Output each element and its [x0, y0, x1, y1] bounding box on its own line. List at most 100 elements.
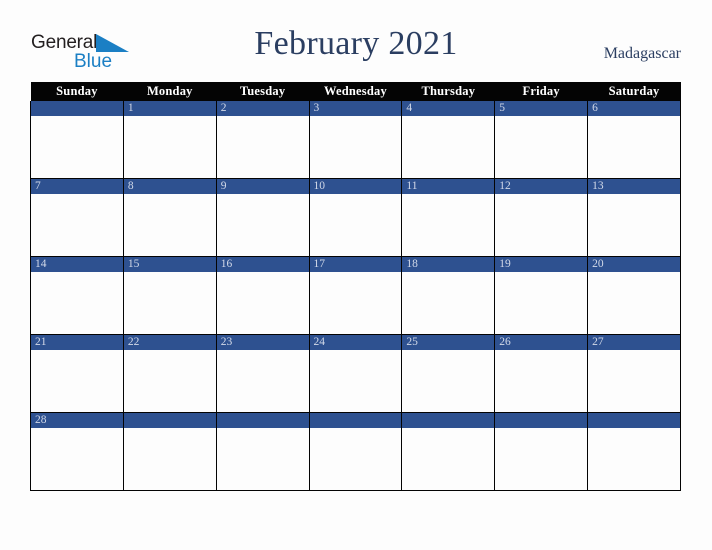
- day-cell[interactable]: 26: [494, 334, 589, 413]
- day-cell[interactable]: 4: [401, 101, 496, 179]
- day-number: [123, 413, 216, 428]
- calendar-body: 1 2 3 4 5 6 7 8 9 10 11 12 13 14 15 16 1…: [30, 101, 681, 491]
- day-events-area[interactable]: [31, 428, 123, 490]
- day-cell[interactable]: 9: [215, 178, 310, 257]
- calendar-week-row: 21 22 23 24 25 26 27: [30, 334, 681, 413]
- day-number: 17: [309, 257, 402, 272]
- day-number: 6: [588, 101, 680, 116]
- weekday-header-friday: Friday: [494, 82, 588, 101]
- calendar-week-row: 14 15 16 17 18 19 20: [30, 256, 681, 335]
- day-events-area[interactable]: [123, 428, 216, 490]
- day-number: 10: [309, 179, 402, 194]
- day-cell[interactable]: [401, 412, 496, 491]
- day-cell[interactable]: 21: [30, 334, 124, 413]
- day-cell[interactable]: [494, 412, 589, 491]
- day-number: 5: [495, 101, 588, 116]
- day-cell[interactable]: [122, 412, 217, 491]
- day-events-area[interactable]: [309, 428, 402, 490]
- day-cell[interactable]: [30, 101, 124, 179]
- day-events-area[interactable]: [402, 428, 495, 490]
- day-events-area[interactable]: [495, 428, 588, 490]
- day-number: 7: [31, 179, 123, 194]
- day-cell[interactable]: 5: [494, 101, 589, 179]
- day-cell[interactable]: 16: [215, 256, 310, 335]
- day-events-area[interactable]: [402, 194, 495, 256]
- day-number: 21: [31, 335, 123, 350]
- day-cell[interactable]: 15: [122, 256, 217, 335]
- calendar-header-row: Sunday Monday Tuesday Wednesday Thursday…: [30, 82, 681, 101]
- day-number: 9: [216, 179, 309, 194]
- day-events-area[interactable]: [495, 350, 588, 412]
- day-cell[interactable]: 7: [30, 178, 124, 257]
- weekday-header-wednesday: Wednesday: [309, 82, 402, 101]
- day-events-area[interactable]: [123, 194, 216, 256]
- day-events-area[interactable]: [31, 194, 123, 256]
- day-cell[interactable]: 8: [122, 178, 217, 257]
- weekday-header-thursday: Thursday: [401, 82, 495, 101]
- day-events-area[interactable]: [402, 116, 495, 178]
- day-events-area[interactable]: [216, 272, 309, 334]
- day-number: 27: [588, 335, 680, 350]
- day-events-area[interactable]: [216, 194, 309, 256]
- day-events-area[interactable]: [588, 272, 680, 334]
- day-events-area[interactable]: [31, 116, 123, 178]
- day-events-area[interactable]: [216, 116, 309, 178]
- day-cell[interactable]: 17: [308, 256, 403, 335]
- day-events-area[interactable]: [216, 350, 309, 412]
- day-number: [216, 413, 309, 428]
- day-events-area[interactable]: [588, 428, 680, 490]
- day-events-area[interactable]: [495, 194, 588, 256]
- day-cell[interactable]: 12: [494, 178, 589, 257]
- day-events-area[interactable]: [31, 272, 123, 334]
- weekday-header-sunday: Sunday: [30, 82, 124, 101]
- day-number: 8: [123, 179, 216, 194]
- page-header: General Blue February 2021 Madagascar: [0, 0, 712, 82]
- day-events-area[interactable]: [309, 272, 402, 334]
- day-events-area[interactable]: [31, 350, 123, 412]
- day-cell[interactable]: 19: [494, 256, 589, 335]
- day-events-area[interactable]: [309, 350, 402, 412]
- day-cell[interactable]: [215, 412, 310, 491]
- day-events-area[interactable]: [402, 272, 495, 334]
- day-number: [588, 413, 680, 428]
- day-events-area[interactable]: [309, 116, 402, 178]
- day-cell[interactable]: 18: [401, 256, 496, 335]
- day-cell[interactable]: [308, 412, 403, 491]
- day-number: 4: [402, 101, 495, 116]
- calendar-grid: Sunday Monday Tuesday Wednesday Thursday…: [30, 82, 681, 491]
- day-cell[interactable]: 1: [122, 101, 217, 179]
- day-number: 18: [402, 257, 495, 272]
- day-cell[interactable]: 3: [308, 101, 403, 179]
- day-cell[interactable]: 10: [308, 178, 403, 257]
- day-cell[interactable]: 28: [30, 412, 124, 491]
- day-cell[interactable]: 27: [587, 334, 681, 413]
- day-events-area[interactable]: [588, 194, 680, 256]
- day-cell[interactable]: 6: [587, 101, 681, 179]
- day-number: 19: [495, 257, 588, 272]
- day-cell[interactable]: 23: [215, 334, 310, 413]
- day-events-area[interactable]: [309, 194, 402, 256]
- day-cell[interactable]: 11: [401, 178, 496, 257]
- day-cell[interactable]: 25: [401, 334, 496, 413]
- day-events-area[interactable]: [402, 350, 495, 412]
- day-cell[interactable]: 14: [30, 256, 124, 335]
- day-events-area[interactable]: [123, 272, 216, 334]
- day-events-area[interactable]: [495, 116, 588, 178]
- day-events-area[interactable]: [216, 428, 309, 490]
- day-events-area[interactable]: [588, 116, 680, 178]
- day-cell[interactable]: 2: [215, 101, 310, 179]
- day-cell[interactable]: 20: [587, 256, 681, 335]
- weekday-header-saturday: Saturday: [587, 82, 681, 101]
- day-cell[interactable]: 22: [122, 334, 217, 413]
- weekday-header-row: Sunday Monday Tuesday Wednesday Thursday…: [30, 82, 681, 101]
- day-number: 2: [216, 101, 309, 116]
- day-cell[interactable]: 13: [587, 178, 681, 257]
- day-events-area[interactable]: [123, 350, 216, 412]
- day-cell[interactable]: 24: [308, 334, 403, 413]
- day-cell[interactable]: [587, 412, 681, 491]
- day-events-area[interactable]: [495, 272, 588, 334]
- day-number: 22: [123, 335, 216, 350]
- day-events-area[interactable]: [588, 350, 680, 412]
- day-events-area[interactable]: [123, 116, 216, 178]
- day-number: 16: [216, 257, 309, 272]
